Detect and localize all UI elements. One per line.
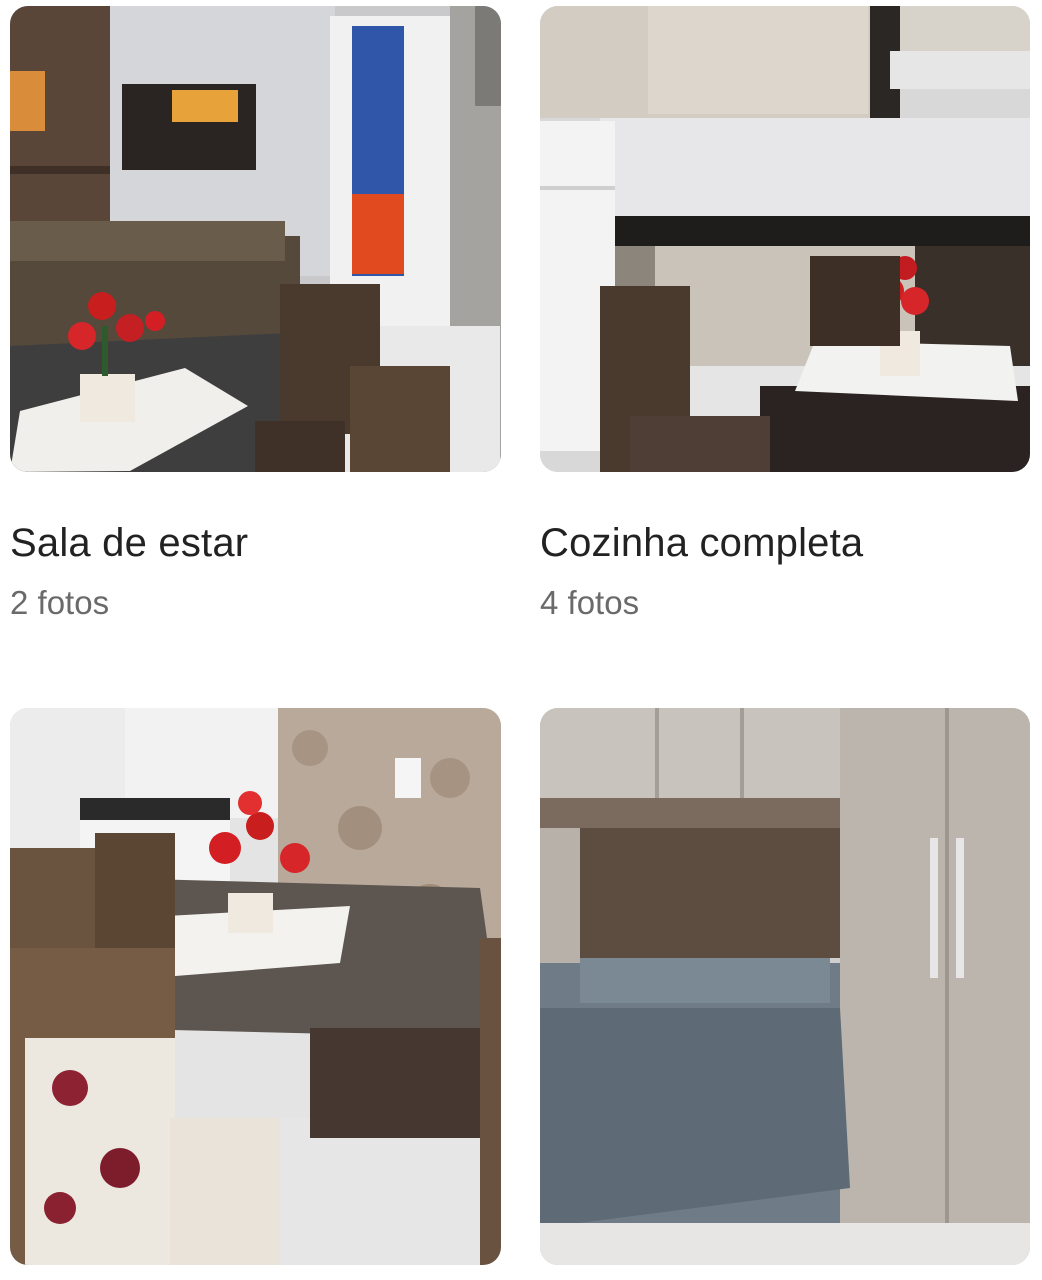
room-card-bedroom[interactable] <box>540 708 1030 1265</box>
room-title: Sala de estar <box>10 521 249 565</box>
bedroom-photo[interactable] <box>540 708 1030 1265</box>
room-card-living-room[interactable]: Sala de estar 2 fotos <box>10 6 501 622</box>
kitchen-photo[interactable] <box>540 6 1030 472</box>
dining-area-photo[interactable] <box>10 708 501 1265</box>
living-room-photo[interactable] <box>10 6 501 472</box>
room-title: Cozinha completa <box>540 521 864 565</box>
photo-tour-grid: Sala de estar 2 fotos Cozinha completa 4… <box>0 0 1042 1280</box>
photo-count: 4 fotos <box>540 584 640 621</box>
room-card-dining[interactable] <box>10 708 501 1265</box>
room-card-kitchen[interactable]: Cozinha completa 4 fotos <box>540 6 1030 622</box>
photo-count: 2 fotos <box>10 584 110 621</box>
